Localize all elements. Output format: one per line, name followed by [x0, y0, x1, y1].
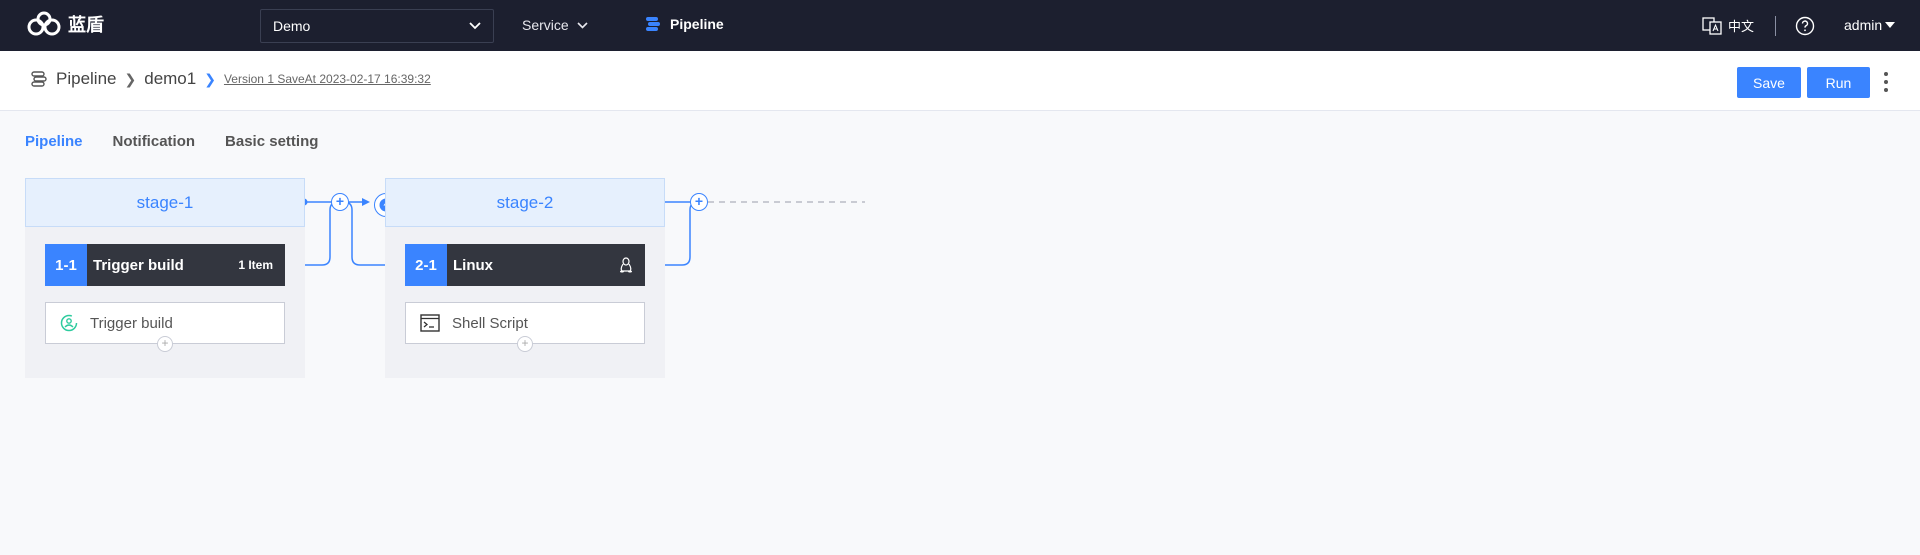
caret-down-icon	[1885, 22, 1896, 28]
add-element-icon[interactable]: +	[157, 336, 173, 352]
stage-name: stage-2	[496, 192, 554, 212]
job-number: 2-1	[405, 244, 447, 286]
save-button[interactable]: Save	[1737, 67, 1801, 98]
pipeline-icon	[31, 71, 47, 87]
pipeline-icon	[646, 17, 660, 31]
more-options-icon[interactable]	[1881, 69, 1891, 95]
job-item-count: 1 Item	[238, 258, 273, 272]
app-name: 蓝盾	[68, 15, 104, 36]
language-label: 中文	[1728, 20, 1755, 35]
stage-header[interactable]: stage-1	[25, 178, 305, 227]
job-card[interactable]: 1-1 Trigger build 1 Item	[45, 244, 285, 286]
breadcrumb-root[interactable]: Pipeline	[56, 69, 117, 89]
nav-service[interactable]: Service	[522, 17, 588, 33]
help-icon	[1795, 16, 1815, 36]
stage-card: stage-1 1-1 Trigger build 1 Item Trigger…	[25, 178, 305, 378]
nav-pipeline-label: Pipeline	[670, 16, 724, 32]
topbar-divider	[1775, 16, 1776, 36]
breadcrumb-separator-icon: ❯	[204, 70, 216, 87]
tab-notification[interactable]: Notification	[113, 133, 196, 150]
help-button[interactable]	[1795, 16, 1815, 41]
user-name: admin	[1844, 17, 1883, 33]
top-navbar: 蓝盾 Demo Service Pipeline 中文 admin	[0, 0, 1920, 51]
terminal-icon	[420, 314, 440, 332]
add-stage-button[interactable]: +	[690, 193, 708, 211]
pipeline-header: Pipeline ❯ demo1 ❯ Version 1 SaveAt 2023…	[0, 51, 1920, 111]
linux-icon	[620, 257, 632, 273]
job-card[interactable]: 2-1 Linux	[405, 244, 645, 286]
logo[interactable]: 蓝盾	[26, 10, 104, 38]
nav-service-label: Service	[522, 17, 569, 33]
cloud-logo-icon	[27, 11, 61, 36]
breadcrumb-separator-icon: ❯	[124, 70, 137, 87]
user-menu[interactable]: admin	[1844, 17, 1896, 33]
job-name: Linux	[453, 256, 493, 274]
tab-pipeline[interactable]: Pipeline	[25, 133, 83, 150]
tab-basic-setting[interactable]: Basic setting	[225, 133, 318, 150]
trigger-icon	[60, 314, 78, 332]
breadcrumb: Pipeline ❯ demo1 ❯ Version 1 SaveAt 2023…	[30, 69, 431, 89]
element-name: Shell Script	[452, 314, 528, 332]
element-name: Trigger build	[90, 314, 173, 332]
stage-card: stage-2 2-1 Linux Shell Script +	[385, 178, 665, 378]
chevron-down-icon	[577, 21, 588, 29]
job-number: 1-1	[45, 244, 87, 286]
pipeline-tabs: Pipeline Notification Basic setting	[25, 133, 318, 150]
stage-header[interactable]: stage-2	[385, 178, 665, 227]
language-switch[interactable]: 中文	[1702, 16, 1754, 35]
job-name: Trigger build	[93, 256, 184, 274]
add-element-icon[interactable]: +	[517, 336, 533, 352]
chevron-down-icon	[469, 22, 481, 30]
breadcrumb-pipeline-name[interactable]: demo1	[144, 69, 196, 89]
run-button[interactable]: Run	[1807, 67, 1870, 98]
nav-pipeline[interactable]: Pipeline	[644, 15, 724, 33]
project-select[interactable]: Demo	[260, 9, 494, 43]
add-stage-button[interactable]: +	[331, 193, 349, 211]
translate-icon	[1702, 16, 1722, 35]
version-info[interactable]: Version 1 SaveAt 2023-02-17 16:39:32	[224, 72, 431, 86]
stage-name: stage-1	[136, 192, 194, 212]
project-select-value: Demo	[273, 18, 311, 34]
